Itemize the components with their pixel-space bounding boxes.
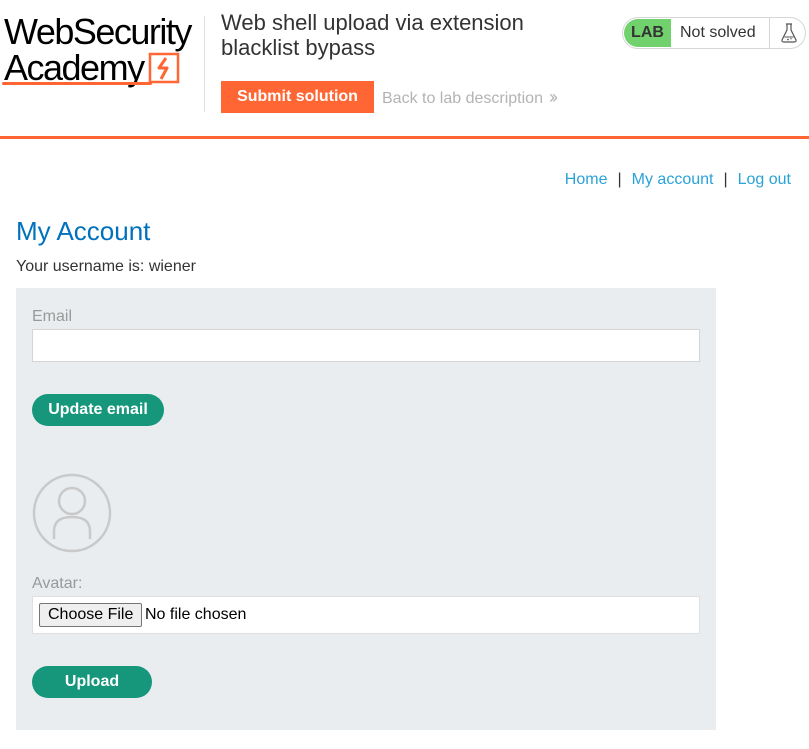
nav-separator: | [723,171,728,188]
double-chevron-right-icon: ›› [548,87,558,107]
logo-text-line2: Academy [4,47,145,88]
lab-status-icon-box [769,18,805,48]
upload-button[interactable]: Upload [32,666,152,698]
choose-file-button[interactable]: Choose File [39,603,143,627]
lab-title: Web shell upload via extension blacklist… [221,10,524,60]
back-to-lab-description-link[interactable]: Back to lab description ›› [382,81,558,113]
avatar-file-input[interactable]: Choose File No file chosen [32,596,700,634]
submit-solution-button[interactable]: Submit solution [221,81,374,113]
user-avatar-icon [32,473,112,553]
logo-text-line1: WebSecurity [4,11,192,52]
back-link-label: Back to lab description [382,90,543,107]
file-status-text: No file chosen [145,606,247,623]
logo-underline [2,82,152,85]
header-orange-rule [0,136,809,139]
nav-my-account-link[interactable]: My account [632,171,714,188]
page-title: My Account [16,216,151,246]
top-navigation: Home | My account | Log out [565,170,791,190]
email-field[interactable] [32,329,700,362]
lab-status-widget: LAB Not solved [622,17,806,49]
logo-bolt-icon [148,52,180,84]
lab-badge: LAB [624,19,671,47]
nav-home-link[interactable]: Home [565,171,608,188]
email-label: Email [32,308,73,325]
lab-header: WebSecurity Academy Web shell upload via… [0,0,809,140]
web-security-academy-logo[interactable]: WebSecurity Academy [2,12,202,88]
username-text: Your username is: wiener [16,258,196,275]
account-form-panel: Email Update email Avatar: Choose File N… [16,288,716,730]
flask-icon [781,23,797,43]
nav-log-out-link[interactable]: Log out [738,171,791,188]
lab-status-text: Not solved [680,24,756,41]
nav-separator: | [617,171,622,188]
avatar-label: Avatar: [32,575,83,592]
header-divider [204,16,205,112]
update-email-button[interactable]: Update email [32,394,164,426]
